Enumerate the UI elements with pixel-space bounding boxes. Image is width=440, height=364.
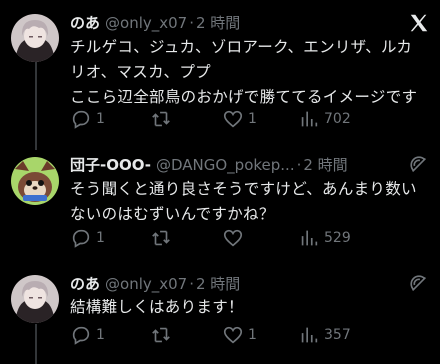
action-bar: 1 1 357 (70, 323, 430, 347)
reply-button[interactable]: 1 (70, 107, 105, 131)
avatar[interactable] (11, 275, 59, 323)
tweet-line: ないのはむずいんですかね？ (70, 205, 275, 223)
view-count: 357 (324, 327, 351, 343)
retweet-button[interactable] (150, 323, 176, 347)
tweet-header: のあ @only_x07 · 2 時間 (70, 274, 240, 294)
handle[interactable]: @DANGO_pokep... (156, 155, 295, 175)
separator: · (189, 14, 194, 32)
tweet[interactable]: のあ @only_x07 · 2 時間 結構難しくはあります！ 1 1 357 (0, 262, 440, 364)
retweet-icon (152, 327, 170, 343)
tweet-line: リオ、マスカ、ププ (70, 63, 211, 81)
action-bar: 1 1 702 (70, 107, 430, 131)
views-button[interactable]: 529 (298, 226, 351, 250)
grok-icon[interactable] (408, 154, 430, 176)
heart-icon (223, 326, 243, 344)
reply-count: 1 (96, 111, 105, 127)
separator: · (296, 156, 302, 174)
timestamp[interactable]: 2 時間 (303, 155, 347, 175)
view-count: 529 (324, 230, 351, 246)
views-icon (301, 230, 318, 246)
display-name[interactable]: のあ (70, 274, 100, 294)
like-button[interactable] (222, 226, 248, 250)
avatar[interactable] (11, 157, 59, 205)
heart-icon (223, 229, 243, 247)
tweet-line: そう聞くと通り良さそうですけど、あんまり数い (70, 180, 417, 198)
tweet-line: チルゲコ、ジュカ、ゾロアーク、エンリザ、ルカ (70, 38, 413, 56)
tweet[interactable]: のあ @only_x07 · 2 時間 チルゲコ、ジュカ、ゾロアーク、エンリザ、… (0, 0, 440, 150)
display-name[interactable]: 団子-OOO- (70, 155, 151, 175)
reply-icon (72, 229, 90, 248)
grok-icon[interactable] (408, 273, 430, 295)
reply-count: 1 (96, 327, 105, 343)
reply-count: 1 (96, 230, 105, 246)
display-name[interactable]: のあ (70, 13, 100, 33)
like-count: 1 (248, 111, 257, 127)
like-count: 1 (248, 327, 257, 343)
tweet-header: のあ @only_x07 · 2 時間 (70, 13, 240, 33)
like-button[interactable]: 1 (222, 107, 257, 131)
reply-button[interactable]: 1 (70, 323, 105, 347)
like-button[interactable]: 1 (222, 323, 257, 347)
reply-button[interactable]: 1 (70, 226, 105, 250)
action-bar: 1 529 (70, 226, 430, 250)
x-logo-icon[interactable] (408, 12, 430, 34)
tweet-text: 結構難しくはあります！ (70, 295, 430, 320)
tweet-text: チルゲコ、ジュカ、ゾロアーク、エンリザ、ルカ リオ、マスカ、ププ ここら辺全部鳥… (70, 35, 430, 110)
handle[interactable]: @only_x07 (105, 13, 187, 33)
separator: · (189, 275, 194, 293)
tweet[interactable]: 団子-OOO- @DANGO_pokep... · 2 時間 そう聞くと通り良さ… (0, 148, 440, 258)
retweet-icon (152, 230, 170, 246)
views-button[interactable]: 357 (298, 323, 351, 347)
handle[interactable]: @only_x07 (105, 274, 187, 294)
reply-icon (72, 110, 90, 129)
retweet-button[interactable] (150, 107, 176, 131)
retweet-icon (152, 111, 170, 127)
avatar[interactable] (11, 14, 59, 62)
retweet-button[interactable] (150, 226, 176, 250)
timestamp[interactable]: 2 時間 (196, 13, 240, 33)
tweet-text: そう聞くと通り良さそうですけど、あんまり数い ないのはむずいんですかね？ (70, 177, 430, 227)
tweet-line: 結構難しくはあります！ (70, 298, 244, 316)
thread-line (35, 62, 37, 150)
views-icon (301, 327, 318, 343)
thread-line (35, 324, 37, 364)
view-count: 702 (324, 111, 351, 127)
reply-icon (72, 326, 90, 345)
views-button[interactable]: 702 (298, 107, 351, 131)
views-icon (301, 111, 318, 127)
heart-icon (223, 110, 243, 128)
timestamp[interactable]: 2 時間 (196, 274, 240, 294)
timeline: のあ @only_x07 · 2 時間 チルゲコ、ジュカ、ゾロアーク、エンリザ、… (0, 0, 440, 364)
tweet-header: 団子-OOO- @DANGO_pokep... · 2 時間 (70, 155, 348, 175)
